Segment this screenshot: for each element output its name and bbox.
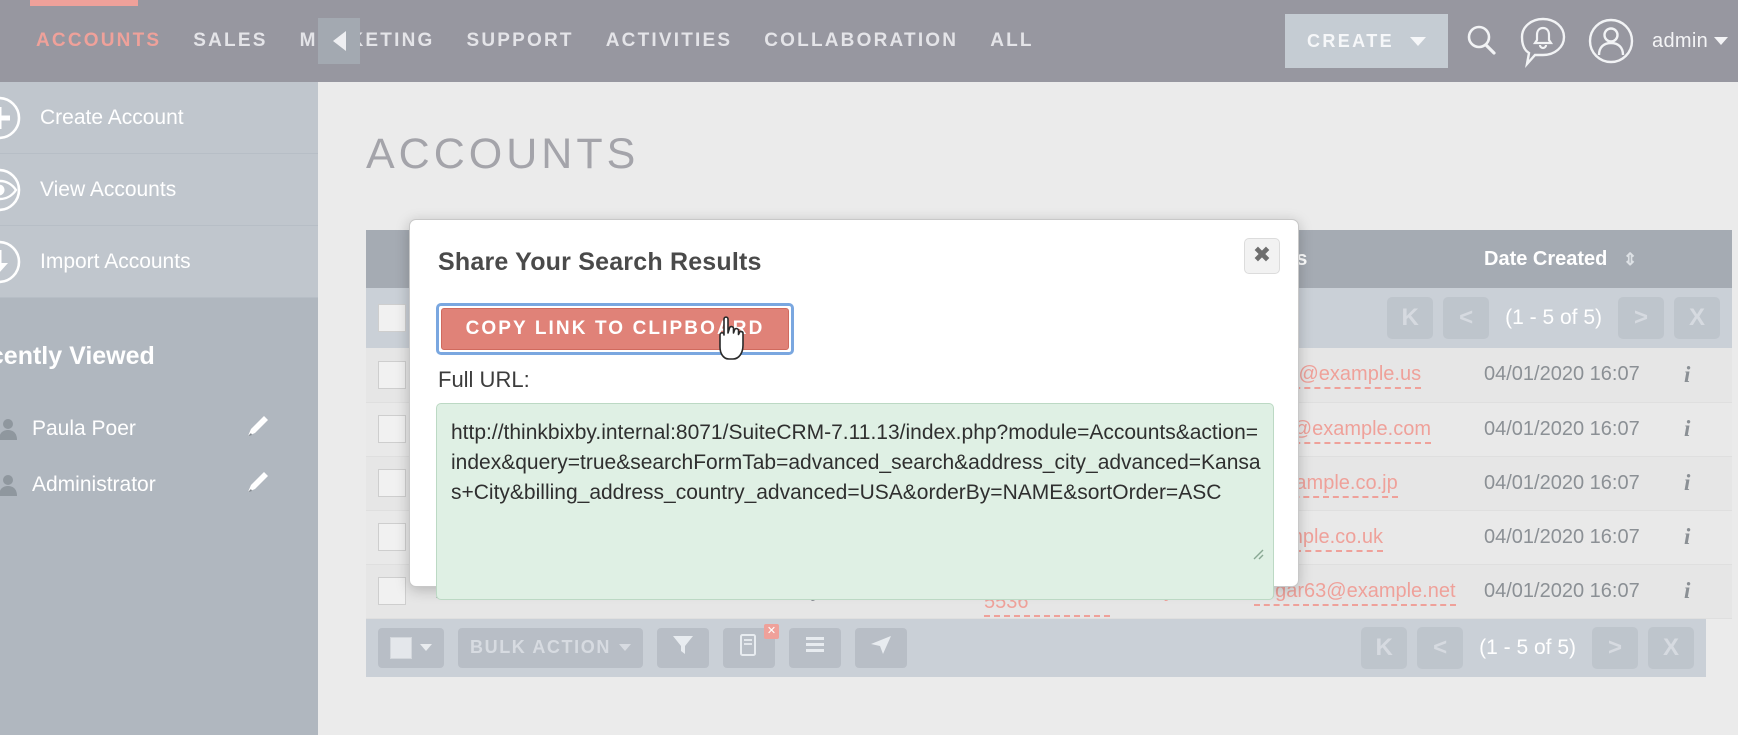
close-icon[interactable]: ✖ (1244, 238, 1280, 274)
share-search-results-modal: ✖ Share Your Search Results COPY LINK TO… (409, 219, 1299, 600)
modal-title: Share Your Search Results (438, 248, 762, 276)
app-root: ACCOUNTS SALES MARKETING SUPPORT ACTIVIT… (0, 0, 1738, 735)
full-url-textarea[interactable]: http://thinkbixby.internal:8071/SuiteCRM… (436, 403, 1274, 600)
copy-link-to-clipboard-button[interactable]: COPY LINK TO CLIPBOARD (441, 308, 789, 350)
copy-link-focus-ring: COPY LINK TO CLIPBOARD (436, 303, 794, 355)
full-url-label: Full URL: (438, 367, 530, 392)
